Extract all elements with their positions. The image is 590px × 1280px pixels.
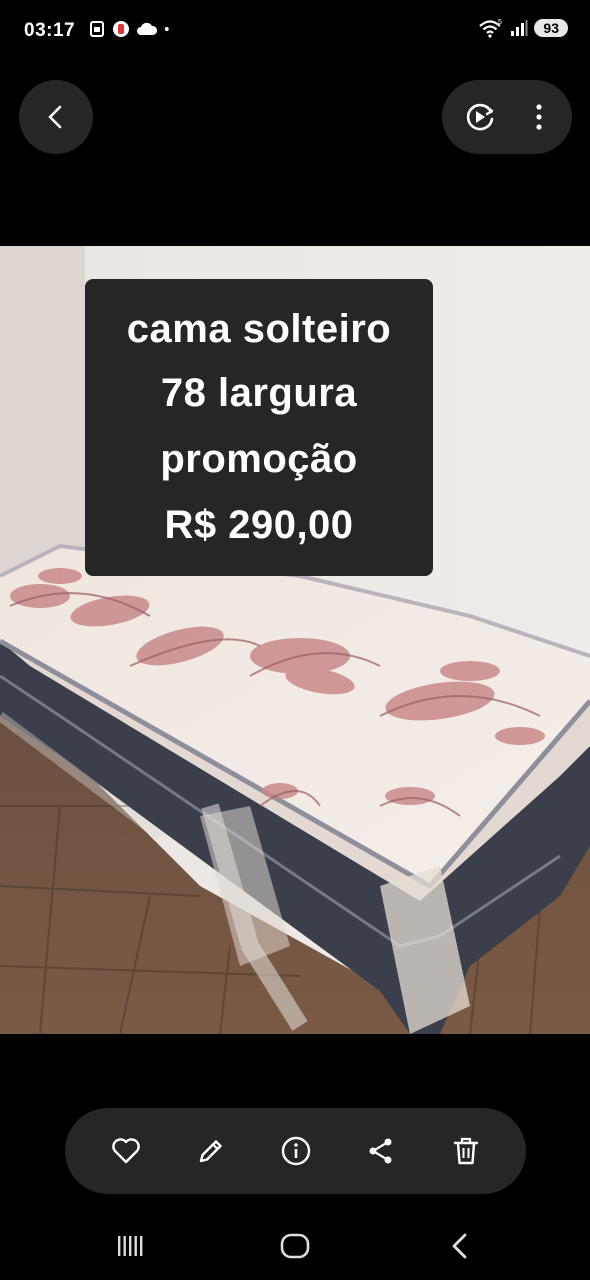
details-button[interactable] [271, 1126, 321, 1176]
share-icon [369, 1138, 391, 1164]
heart-icon [111, 1138, 140, 1164]
recent-apps-button[interactable] [108, 1224, 152, 1268]
status-notification-icons [88, 20, 174, 38]
chevron-left-icon [48, 105, 62, 129]
motion-photo-play-icon [466, 103, 494, 131]
system-navigation-bar [0, 1210, 590, 1280]
more-options-button[interactable] [522, 95, 556, 139]
edit-button[interactable] [186, 1126, 236, 1176]
home-button[interactable] [273, 1224, 317, 1268]
share-button[interactable] [356, 1126, 406, 1176]
recent-apps-icon [118, 1236, 143, 1256]
recording-icon [113, 21, 129, 37]
delete-button[interactable] [441, 1126, 491, 1176]
status-system-icons: 5 93 [478, 18, 568, 38]
photo-viewer-image[interactable]: cama solteiro 78 largura promoção R$ 290… [0, 246, 590, 1034]
sim-icon [90, 21, 104, 37]
favorite-button[interactable] [101, 1126, 151, 1176]
edit-icon [199, 1140, 222, 1163]
wifi-icon: 5 [479, 19, 502, 38]
back-button[interactable] [19, 80, 93, 154]
caption-price: R$ 290,00 [164, 503, 354, 547]
dot-icon [164, 27, 169, 31]
battery-indicator: 93 [534, 19, 568, 37]
back-icon [452, 1233, 467, 1259]
more-vertical-icon [536, 104, 542, 130]
photo-actions-toolbar [65, 1108, 526, 1194]
signal-icon [511, 20, 528, 36]
caption-line-1: cama solteiro [126, 307, 392, 351]
delete-icon [453, 1137, 478, 1165]
caption-line-3: promoção [160, 437, 358, 481]
top-actions-group [442, 80, 572, 154]
back-nav-button[interactable] [438, 1224, 482, 1268]
motion-photo-button[interactable] [458, 95, 502, 139]
home-icon [280, 1233, 310, 1259]
caption-box: cama solteiro 78 largura promoção R$ 290… [85, 279, 433, 576]
info-icon [281, 1136, 310, 1166]
status-bar: 03:17 5 93 [0, 0, 590, 62]
cloud-icon [137, 22, 158, 35]
caption-line-2: 78 largura [160, 371, 358, 415]
status-time: 03:17 [24, 20, 76, 41]
svg-text:5: 5 [498, 19, 502, 26]
